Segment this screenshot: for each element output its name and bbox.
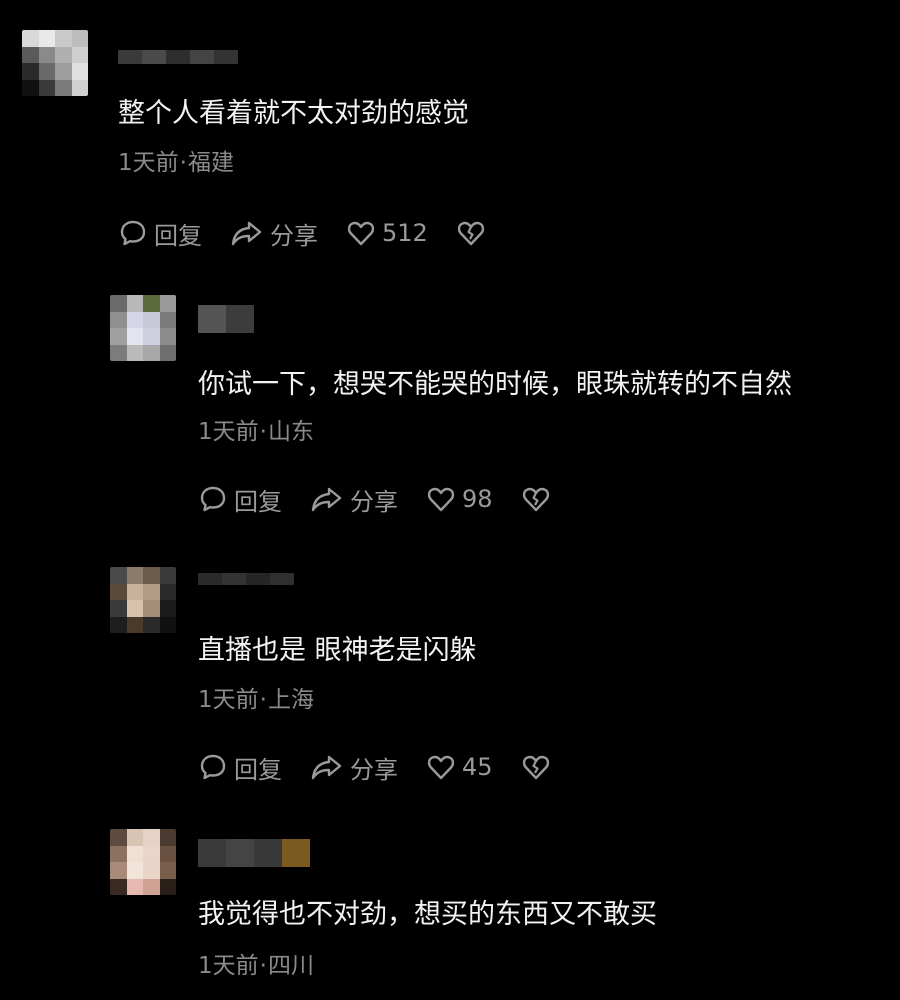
share-button[interactable]: 分享 [230, 216, 318, 251]
username-blurred[interactable] [118, 50, 238, 64]
comment-actions: 回复 分享 45 [198, 750, 551, 784]
comment-text: 整个人看着就不太对劲的感觉 [118, 98, 469, 129]
comment-text: 你试一下，想哭不能哭的时候，眼珠就转的不自然 [198, 369, 792, 400]
reply-item: 你试一下，想哭不能哭的时候，眼珠就转的不自然 1天前·山东 回复 分享 98 [0, 265, 900, 535]
comment-meta: 1天前·四川 [198, 951, 314, 981]
reply-label: 回复 [234, 487, 282, 516]
broken-heart-icon [522, 487, 549, 512]
reply-label: 回复 [234, 755, 282, 784]
username-blurred[interactable] [198, 573, 294, 585]
reply-item: 我觉得也不对劲，想买的东西又不敢买 1天前·四川 [0, 805, 900, 1000]
comment-meta: 1天前·上海 [198, 685, 314, 715]
share-button[interactable]: 分享 [310, 482, 398, 517]
share-label: 分享 [270, 221, 318, 250]
meta-separator: · [259, 419, 267, 445]
avatar[interactable] [110, 829, 176, 895]
comment-text: 我觉得也不对劲，想买的东西又不敢买 [198, 899, 657, 930]
reply-item: 直播也是 眼神老是闪躲 1天前·上海 回复 分享 45 [0, 535, 900, 805]
meta-separator: · [259, 687, 267, 713]
share-arrow-icon [311, 755, 342, 780]
comment-location: 福建 [187, 150, 234, 176]
comment-time: 1天前 [198, 953, 259, 979]
avatar[interactable] [110, 567, 176, 633]
like-button[interactable]: 512 [346, 218, 428, 248]
like-count: 98 [462, 485, 493, 513]
dislike-button[interactable] [521, 484, 551, 514]
share-label: 分享 [350, 487, 398, 516]
meta-separator: · [179, 150, 187, 176]
comment-meta: 1天前·山东 [198, 417, 314, 447]
like-button[interactable]: 45 [426, 752, 493, 782]
comment-bubble-icon [200, 754, 226, 780]
comment-item: 整个人看着就不太对劲的感觉 1天前·福建 回复 分享 512 [0, 0, 900, 265]
comment-location: 上海 [267, 687, 314, 713]
comment-actions: 回复 分享 98 [198, 482, 551, 516]
reply-button[interactable]: 回复 [198, 750, 282, 785]
heart-outline-icon [427, 755, 455, 780]
comment-bubble-icon [200, 486, 226, 512]
comment-bubble-icon [120, 220, 146, 246]
reply-button[interactable]: 回复 [198, 482, 282, 517]
username-blurred[interactable] [198, 305, 254, 333]
meta-separator: · [259, 953, 267, 979]
broken-heart-icon [522, 755, 549, 780]
comment-location: 山东 [267, 419, 314, 445]
comment-text: 直播也是 眼神老是闪躲 [198, 635, 477, 666]
share-button[interactable]: 分享 [310, 750, 398, 785]
like-count: 512 [382, 219, 428, 247]
dislike-button[interactable] [521, 752, 551, 782]
avatar[interactable] [22, 30, 88, 96]
heart-outline-icon [347, 221, 375, 246]
reply-label: 回复 [154, 221, 202, 250]
broken-heart-icon [457, 221, 484, 246]
comment-time: 1天前 [198, 687, 259, 713]
like-count: 45 [462, 753, 493, 781]
comment-time: 1天前 [198, 419, 259, 445]
avatar[interactable] [110, 295, 176, 361]
reply-button[interactable]: 回复 [118, 216, 202, 251]
username-blurred[interactable] [198, 839, 310, 867]
comment-actions: 回复 分享 512 [118, 216, 486, 250]
dislike-button[interactable] [456, 218, 486, 248]
share-arrow-icon [231, 221, 262, 246]
comment-location: 四川 [267, 953, 314, 979]
heart-outline-icon [427, 487, 455, 512]
comment-time: 1天前 [118, 150, 179, 176]
share-label: 分享 [350, 755, 398, 784]
comment-meta: 1天前·福建 [118, 148, 234, 178]
like-button[interactable]: 98 [426, 484, 493, 514]
share-arrow-icon [311, 487, 342, 512]
